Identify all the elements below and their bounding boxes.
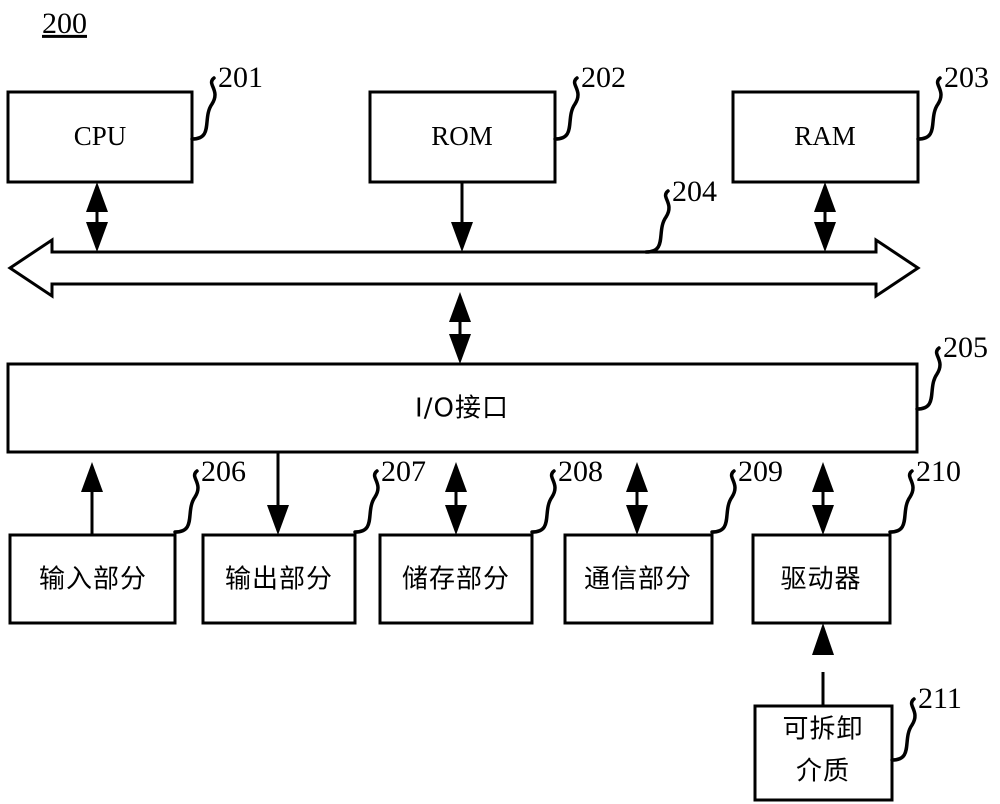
- block-output-section: 输出部分: [201, 533, 357, 625]
- block-removable-media: 可拆卸 介质: [753, 704, 894, 802]
- block-io-interface: I/O接口: [6, 362, 919, 454]
- block-input-section: 输入部分: [8, 533, 177, 625]
- leader-line-210: [888, 469, 915, 534]
- ref-num-203: 203: [944, 61, 989, 94]
- connector-io-driver: [812, 462, 834, 535]
- removable-media-label-line1: 可拆卸: [782, 715, 863, 745]
- arrowhead-up: [814, 182, 836, 212]
- ref-num-209: 209: [738, 455, 783, 488]
- communication-section-label: 通信部分: [584, 565, 692, 595]
- arrowhead-down: [626, 505, 648, 535]
- connector-io-communication: [626, 462, 648, 535]
- leader-line-203: [916, 76, 943, 141]
- arrowhead-up: [812, 462, 834, 492]
- ref-num-211: 211: [918, 682, 962, 715]
- leader-line-202: [553, 76, 580, 141]
- arrowhead-up: [626, 462, 648, 492]
- arrowhead-down: [267, 505, 289, 535]
- leader-line-208: [530, 469, 557, 534]
- cpu-label: CPU: [74, 121, 127, 151]
- block-driver: 驱动器: [751, 533, 892, 625]
- ref-num-201: 201: [218, 61, 263, 94]
- connector-io-input: [81, 462, 103, 535]
- leader-line-201: [190, 76, 217, 141]
- io-interface-label: I/O接口: [415, 394, 509, 424]
- arrowhead-down: [812, 505, 834, 535]
- ref-num-204: 204: [672, 175, 717, 208]
- connector-io-storage: [445, 462, 467, 535]
- leader-line-204: [644, 189, 671, 254]
- connector-rom-bus: [451, 182, 473, 252]
- arrowhead-down: [86, 222, 108, 252]
- ref-num-208: 208: [558, 455, 603, 488]
- leader-line-209: [710, 469, 737, 534]
- arrowhead-down: [451, 222, 473, 252]
- system-bus-arrow: [7, 237, 921, 299]
- connector-bus-io: [449, 292, 471, 364]
- connector-io-output: [267, 452, 289, 535]
- leader-line-205: [915, 346, 942, 411]
- arrowhead-up: [812, 623, 834, 655]
- ref-num-207: 207: [381, 455, 426, 488]
- block-ram: RAM: [731, 90, 920, 184]
- ref-num-210: 210: [916, 455, 961, 488]
- block-storage-section: 储存部分: [378, 533, 534, 625]
- removable-media-label-line2: 介质: [796, 757, 850, 787]
- leader-line-206: [173, 469, 200, 534]
- leader-line-207: [353, 469, 380, 534]
- storage-section-label: 储存部分: [402, 565, 510, 595]
- input-section-label: 输入部分: [39, 565, 147, 595]
- block-diagram-canvas: 200 CPU 201 ROM 202 RAM 203 204 I/O接口 20…: [6, 7, 989, 802]
- leader-line-211: [890, 697, 917, 762]
- ref-num-202: 202: [581, 61, 626, 94]
- arrowhead-down: [445, 505, 467, 535]
- arrowhead-up: [449, 292, 471, 322]
- block-cpu: CPU: [6, 90, 194, 184]
- arrowhead-down: [814, 222, 836, 252]
- ref-num-205: 205: [943, 331, 988, 364]
- rom-label: ROM: [431, 121, 493, 151]
- figure-200-diagram: 200 CPU 201 ROM 202 RAM 203 204 I/O接口 20…: [0, 0, 1000, 804]
- block-communication-section: 通信部分: [563, 533, 714, 625]
- figure-number-label: 200: [42, 7, 87, 40]
- arrowhead-up: [86, 182, 108, 212]
- block-rom: ROM: [368, 90, 557, 184]
- driver-label: 驱动器: [780, 565, 861, 595]
- ref-num-206: 206: [201, 455, 246, 488]
- output-section-label: 输出部分: [225, 565, 333, 595]
- arrowhead-down: [449, 334, 471, 364]
- ram-label: RAM: [794, 121, 856, 151]
- connector-ram-bus: [814, 182, 836, 252]
- connector-media-driver: [812, 623, 834, 706]
- arrowhead-up: [81, 462, 103, 492]
- arrowhead-up: [445, 462, 467, 492]
- connector-cpu-bus: [86, 182, 108, 252]
